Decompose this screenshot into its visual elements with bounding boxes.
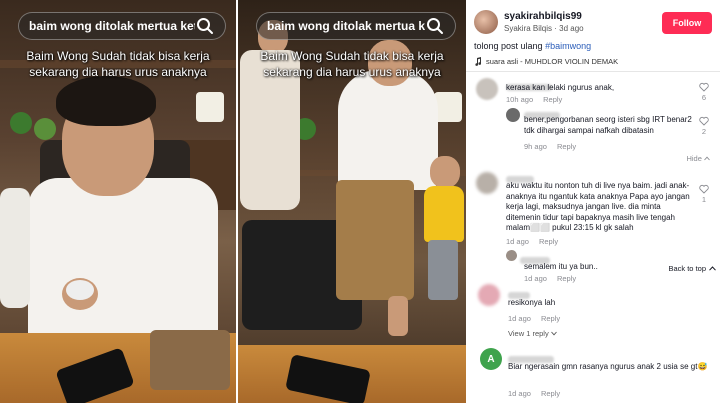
like-count: 2: [701, 127, 707, 136]
like-count: 1: [701, 195, 707, 204]
video-search-bar[interactable]: baim wong ditolak mertua ketik...: [256, 12, 456, 40]
comment-text: bener,pengorbanan seorg isteri sbg IRT b…: [524, 115, 692, 135]
hide-replies-button[interactable]: Hide: [686, 154, 710, 163]
lid: [66, 280, 94, 300]
reply-link[interactable]: Reply: [557, 142, 576, 151]
child-pants: [428, 240, 458, 300]
reply-link[interactable]: Reply: [541, 314, 560, 323]
sound-name: suara asli - MUHDLOR VIOLIN DEMAK: [486, 57, 619, 66]
music-note-icon: [475, 57, 482, 66]
post-description: tolong post ulang #baimwong: [474, 41, 591, 51]
avatar[interactable]: [478, 284, 500, 306]
reply-link[interactable]: Reply: [541, 389, 560, 398]
divider: [466, 71, 720, 72]
chevron-up-icon: [709, 265, 716, 271]
heart-icon: [699, 116, 709, 126]
username[interactable]: syakirahbilqis99: [504, 11, 582, 22]
comment-time: 1d ago: [508, 314, 531, 323]
post-time: 3d ago: [559, 24, 584, 33]
reply-link[interactable]: Reply: [543, 95, 562, 104]
comment-meta: 10h ago Reply: [506, 95, 562, 104]
video-search-bar[interactable]: baim wong ditolak mertua ketik...: [18, 12, 226, 40]
child-shirt: [424, 186, 464, 242]
hide-label: Hide: [686, 154, 702, 163]
like-button[interactable]: 2: [698, 116, 710, 136]
child: [0, 188, 30, 308]
view-replies-button[interactable]: View 1 reply: [508, 329, 557, 338]
lamp: [196, 92, 224, 122]
lamp: [434, 92, 462, 122]
person-shirt: [338, 70, 438, 190]
user-subline: Syakira Bilqis · 3d ago: [504, 24, 584, 33]
plant: [34, 118, 56, 140]
search-query: baim wong ditolak mertua ketik...: [29, 19, 195, 33]
like-button[interactable]: 6: [698, 82, 710, 102]
comment-text: aku waktu itu nonton tuh di live nya bai…: [506, 181, 690, 232]
comment-panel: syakirahbilqis99 Syakira Bilqis · 3d ago…: [466, 0, 720, 403]
comment-meta: 1d ago Reply: [508, 314, 560, 323]
chevron-down-icon: [550, 331, 557, 336]
leg: [388, 296, 408, 336]
comment-meta: 1d ago Reply: [508, 389, 560, 398]
back-to-top-label: Back to top: [668, 263, 706, 273]
comment-meta: 1d ago Reply: [524, 274, 576, 283]
like-button[interactable]: 1: [698, 184, 710, 204]
person-shirt: [28, 178, 218, 348]
comment-text: Biar ngerasain gmn rasanya ngurus anak 2…: [508, 362, 708, 371]
person-pants: [336, 180, 414, 300]
avatar[interactable]: [476, 172, 498, 194]
heart-icon: [699, 82, 709, 92]
comment-time: 1d ago: [508, 389, 531, 398]
comment-meta: 1d ago Reply: [506, 237, 558, 246]
comment-time: 1d ago: [506, 237, 529, 246]
food-container: [150, 330, 230, 390]
avatar[interactable]: [474, 10, 498, 34]
plant: [10, 112, 32, 134]
comment-text: kerasa kan lelaki ngurus anak,: [506, 83, 615, 92]
child-head: [430, 156, 460, 188]
avatar[interactable]: [476, 78, 498, 100]
search-icon[interactable]: [425, 16, 445, 36]
comment-time: 1d ago: [524, 274, 547, 283]
search-icon[interactable]: [195, 16, 215, 36]
follow-button[interactable]: Follow: [662, 12, 712, 34]
comment-time: 9h ago: [524, 142, 547, 151]
reply-link[interactable]: Reply: [557, 274, 576, 283]
hashtag-link[interactable]: #baimwong: [545, 41, 591, 51]
search-query: baim wong ditolak mertua ketik...: [267, 19, 425, 33]
avatar[interactable]: A: [480, 348, 502, 370]
comment-text: semalem itu ya bun..: [524, 262, 598, 271]
video-right[interactable]: baim wong ditolak mertua ketik... Baim W…: [238, 0, 466, 403]
comment-time: 10h ago: [506, 95, 534, 104]
avatar[interactable]: [506, 108, 520, 122]
video-left[interactable]: baim wong ditolak mertua ketik... Baim W…: [0, 0, 236, 403]
avatar[interactable]: [506, 250, 517, 261]
description-text: tolong post ulang: [474, 41, 543, 51]
comment-meta: 9h ago Reply: [524, 142, 576, 151]
chevron-up-icon: [704, 156, 710, 161]
view-reply-label: View 1 reply: [508, 329, 549, 338]
post-header: syakirahbilqis99 Syakira Bilqis · 3d ago…: [474, 10, 712, 44]
reply-link[interactable]: Reply: [539, 237, 558, 246]
heart-icon: [699, 184, 709, 194]
person-hair: [56, 76, 156, 126]
sound-link[interactable]: suara asli - MUHDLOR VIOLIN DEMAK: [474, 57, 618, 66]
comment-text: resikonya lah: [508, 298, 556, 307]
video-caption: Baim Wong Sudah tidak bisa kerja sekaran…: [26, 49, 210, 79]
back-to-top-button[interactable]: Back to top: [668, 261, 716, 275]
screen: baim wong ditolak mertua ketik... Baim W…: [0, 0, 720, 403]
like-count: 6: [701, 93, 707, 102]
display-name: Syakira Bilqis: [504, 24, 553, 33]
video-caption: Baim Wong Sudah tidak bisa kerja sekaran…: [260, 49, 444, 79]
